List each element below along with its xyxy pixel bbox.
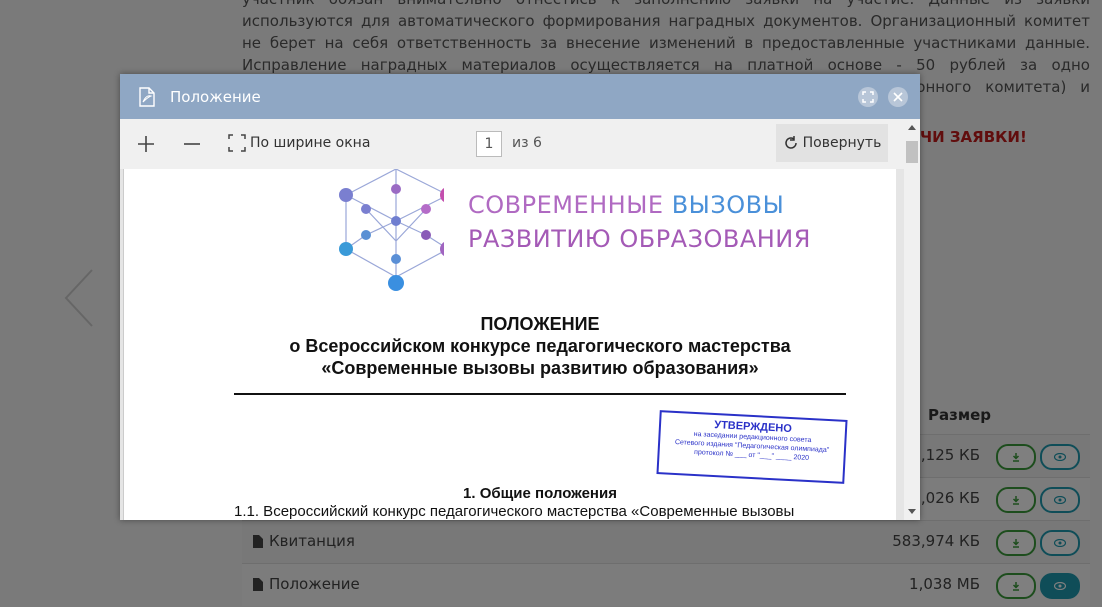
pdf-viewer-modal: Положение По ширине окна 1 из 6 Повернут… (120, 74, 920, 520)
document-viewer[interactable]: СОВРЕМЕННЫЕ ВЫЗОВЫ РАЗВИТИЮ ОБРАЗОВАНИЯ … (120, 169, 904, 520)
scroll-down-icon[interactable] (908, 509, 916, 514)
page-count: из 6 (512, 135, 542, 151)
scroll-up-icon[interactable] (908, 125, 916, 130)
viewer-scrollbar[interactable] (904, 119, 920, 520)
logo-line-2: РАЗВИТИЮ ОБРАЗОВАНИЯ (468, 225, 811, 253)
rotate-button[interactable]: Повернуть (776, 124, 888, 162)
pdf-icon (139, 86, 155, 107)
document-page: СОВРЕМЕННЫЕ ВЫЗОВЫ РАЗВИТИЮ ОБРАЗОВАНИЯ … (123, 169, 896, 520)
rotate-label: Повернуть (802, 135, 882, 151)
modal-header: Положение (120, 74, 920, 119)
rotate-icon (784, 136, 797, 149)
modal-title: Положение (170, 87, 261, 106)
close-icon (893, 92, 903, 102)
zoom-out-button[interactable] (182, 134, 202, 154)
section-text: 1.1. Всероссийский конкурс педагогическо… (234, 503, 795, 520)
zoom-in-button[interactable] (136, 134, 156, 154)
title-divider (234, 393, 846, 395)
fit-width-button[interactable]: По ширине окна (228, 134, 370, 152)
page-number-input[interactable]: 1 (476, 131, 502, 157)
viewer-toolbar: По ширине окна 1 из 6 Повернуть (120, 119, 904, 170)
expand-icon (862, 91, 874, 103)
approval-stamp: УТВЕРЖДЕНО на заседании редакционного со… (656, 410, 848, 484)
fullscreen-button[interactable] (858, 87, 878, 107)
fit-width-label: По ширине окна (250, 135, 371, 151)
logo-icon (339, 169, 444, 291)
section-title: 1. Общие положения (463, 485, 617, 502)
logo-line-1: СОВРЕМЕННЫЕ ВЫЗОВЫ (468, 191, 785, 219)
scroll-thumb[interactable] (906, 141, 918, 163)
document-title: ПОЛОЖЕНИЕ о Всероссийском конкурсе педаг… (289, 314, 791, 378)
fit-width-icon (228, 134, 246, 152)
close-button[interactable] (888, 87, 908, 107)
